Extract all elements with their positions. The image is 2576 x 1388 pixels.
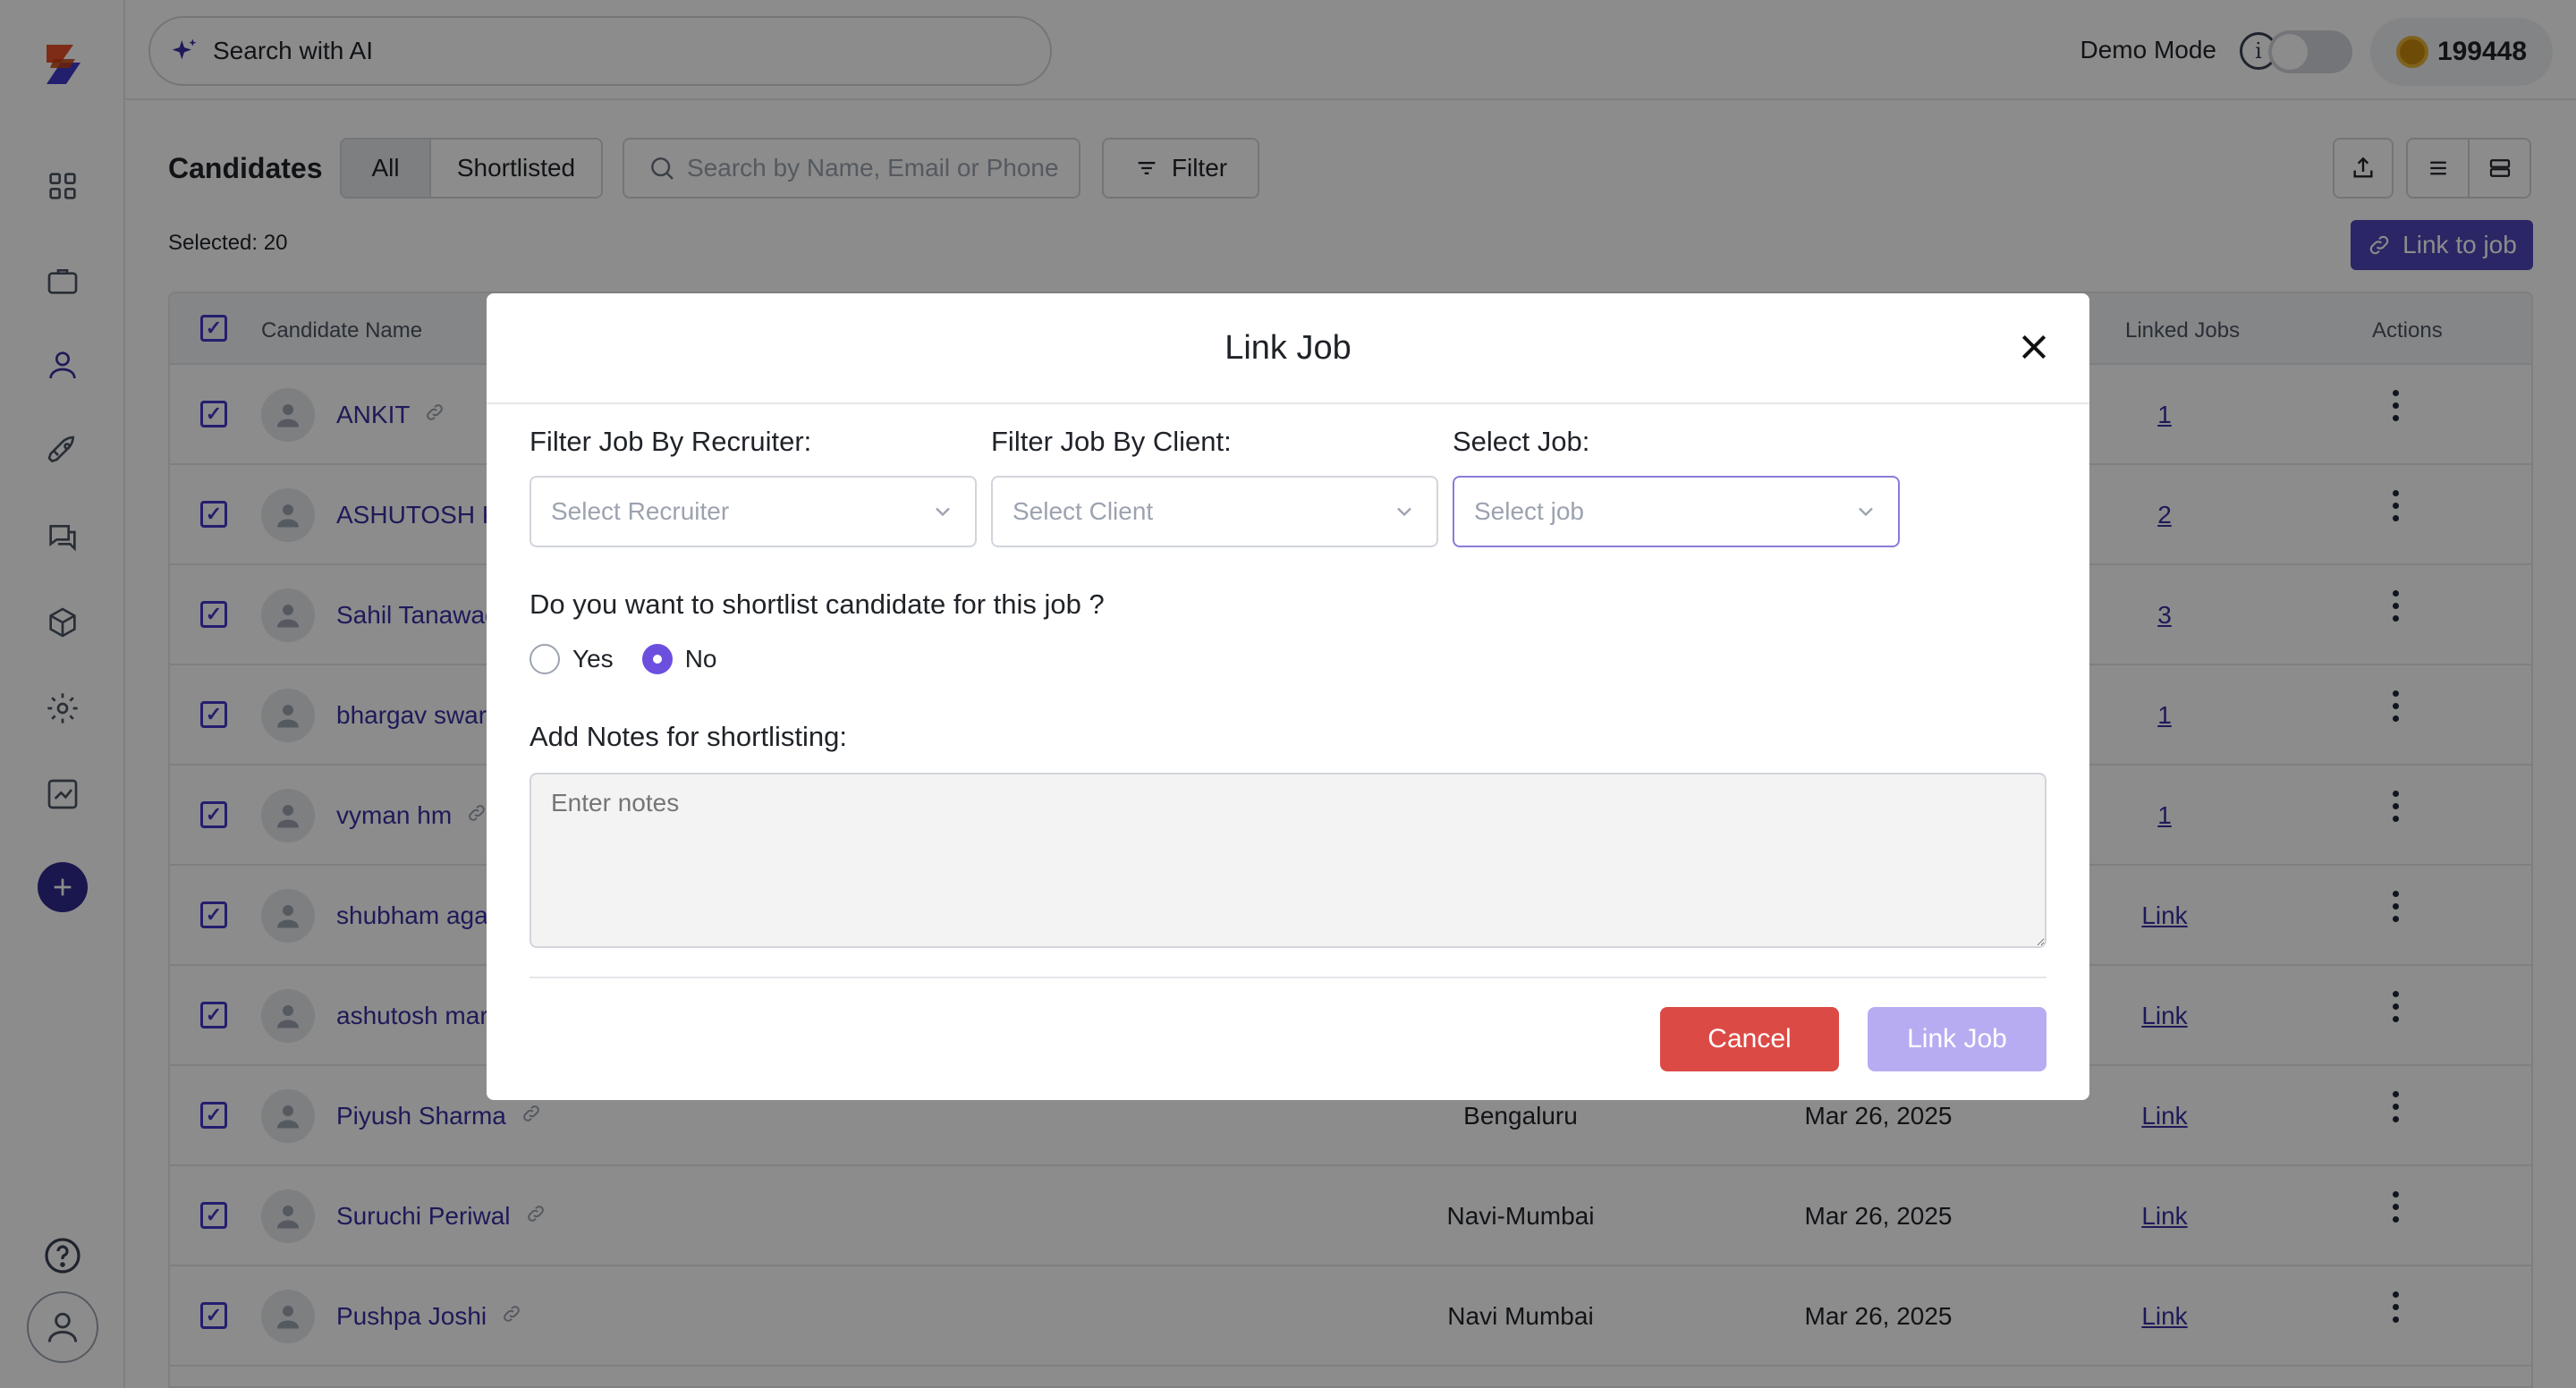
chevron-down-icon bbox=[936, 507, 950, 517]
modal-title: Link Job bbox=[1224, 329, 1352, 367]
radio-no[interactable] bbox=[641, 644, 673, 674]
client-select[interactable]: Select Client bbox=[991, 476, 1438, 547]
client-select-placeholder: Select Client bbox=[1013, 497, 1154, 525]
recruiter-filter-label: Filter Job By Recruiter: bbox=[530, 426, 812, 457]
link-job-modal: Link Job Filter Job By Recruiter: Select… bbox=[487, 293, 2089, 1100]
chevron-down-icon bbox=[1397, 507, 1411, 517]
modal-divider bbox=[530, 977, 2046, 978]
notes-textarea[interactable] bbox=[530, 773, 2046, 948]
job-select-placeholder: Select job bbox=[1474, 497, 1584, 525]
radio-no-label[interactable]: No bbox=[685, 645, 717, 673]
client-filter-label: Filter Job By Client: bbox=[991, 426, 1232, 457]
link-job-submit-button[interactable]: Link Job bbox=[1868, 1007, 2046, 1071]
modal-header: Link Job bbox=[487, 293, 2089, 404]
radio-yes-label[interactable]: Yes bbox=[572, 645, 614, 673]
shortlist-question: Do you want to shortlist candidate for t… bbox=[530, 588, 1105, 620]
close-icon[interactable] bbox=[2016, 329, 2052, 365]
job-select-label: Select Job: bbox=[1453, 426, 1590, 457]
chevron-down-icon bbox=[1859, 507, 1873, 517]
job-select[interactable]: Select job bbox=[1453, 476, 1900, 547]
notes-label: Add Notes for shortlisting: bbox=[530, 721, 847, 752]
radio-yes[interactable] bbox=[530, 644, 560, 674]
cancel-button[interactable]: Cancel bbox=[1660, 1007, 1839, 1071]
shortlist-radio-group: Yes No bbox=[530, 644, 716, 674]
recruiter-select-placeholder: Select Recruiter bbox=[551, 497, 730, 525]
recruiter-select[interactable]: Select Recruiter bbox=[530, 476, 977, 547]
